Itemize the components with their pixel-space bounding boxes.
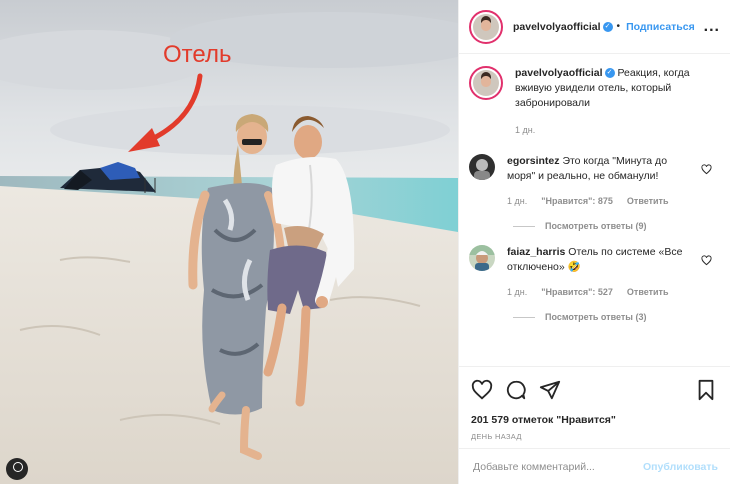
post-date: ДЕНЬ НАЗАД bbox=[471, 432, 522, 441]
instagram-post: Отель pavelvolyaofficial ✓ • Подписаться… bbox=[0, 0, 730, 484]
publish-button[interactable]: Опубликовать bbox=[643, 461, 718, 473]
comment-likes[interactable]: "Нравится": 527 bbox=[541, 285, 613, 300]
comment-author[interactable]: faiaz_harris bbox=[507, 246, 565, 258]
action-icons bbox=[471, 377, 720, 403]
comment-input[interactable] bbox=[473, 460, 644, 473]
author-avatar[interactable] bbox=[469, 9, 503, 44]
separator-dot: • bbox=[616, 21, 621, 32]
bookmark-icon[interactable] bbox=[696, 379, 716, 401]
view-replies-label: Посмотреть ответы (3) bbox=[545, 312, 647, 322]
commenter-avatar[interactable] bbox=[469, 245, 495, 271]
beach-photo bbox=[0, 0, 458, 484]
like-comment-heart-icon[interactable] bbox=[701, 255, 712, 266]
comment-author[interactable]: egorsintez bbox=[507, 155, 560, 167]
comment: faiaz_harris Отель по системе «Все отклю… bbox=[469, 245, 720, 300]
author-username[interactable]: pavelvolyaofficial bbox=[513, 21, 601, 33]
caption-author[interactable]: pavelvolyaofficial bbox=[515, 67, 603, 79]
reply-button[interactable]: Ответить bbox=[627, 285, 669, 300]
view-replies-button[interactable]: Посмотреть ответы (9) bbox=[513, 221, 720, 231]
view-replies-label: Посмотреть ответы (9) bbox=[545, 221, 647, 231]
commenter-avatar[interactable] bbox=[469, 154, 495, 180]
comments-list[interactable]: pavelvolyaofficial ✓ Реакция, когда вживу… bbox=[459, 54, 730, 354]
replies-line bbox=[513, 316, 535, 318]
verified-icon: ✓ bbox=[604, 68, 615, 79]
post-actions: 201 579 отметок "Нравится" ДЕНЬ НАЗАД bbox=[459, 366, 730, 441]
view-replies-button[interactable]: Посмотреть ответы (3) bbox=[513, 312, 720, 322]
share-icon[interactable] bbox=[539, 379, 561, 401]
comment-likes[interactable]: "Нравится": 875 bbox=[541, 194, 613, 209]
follow-button[interactable]: Подписаться bbox=[626, 21, 695, 33]
comment-composer: Опубликовать bbox=[459, 448, 730, 484]
comment-time[interactable]: 1 дн. bbox=[507, 285, 527, 300]
replies-line bbox=[513, 225, 535, 227]
more-icon[interactable]: ... bbox=[704, 18, 720, 36]
comment: egorsintez Это когда "Минута до моря" и … bbox=[469, 154, 720, 209]
likes-count[interactable]: 201 579 отметок "Нравится" bbox=[471, 414, 720, 426]
caption-avatar[interactable] bbox=[469, 66, 503, 100]
comment-time[interactable]: 1 дн. bbox=[507, 194, 527, 209]
post-header: pavelvolyaofficial ✓ • Подписаться ... bbox=[459, 0, 730, 54]
instagram-badge-icon[interactable] bbox=[6, 458, 28, 480]
like-comment-heart-icon[interactable] bbox=[701, 164, 712, 175]
post-photo[interactable]: Отель bbox=[0, 0, 458, 484]
caption-time[interactable]: 1 дн. bbox=[515, 123, 535, 138]
heart-icon[interactable] bbox=[471, 379, 493, 401]
verified-icon: ✓ bbox=[602, 21, 613, 32]
post-sidebar: pavelvolyaofficial ✓ • Подписаться ... p… bbox=[458, 0, 730, 484]
photo-annotation: Отель bbox=[163, 41, 232, 68]
reply-button[interactable]: Ответить bbox=[627, 194, 669, 209]
caption: pavelvolyaofficial ✓ Реакция, когда вживу… bbox=[469, 66, 720, 138]
comment-icon[interactable] bbox=[505, 379, 527, 401]
